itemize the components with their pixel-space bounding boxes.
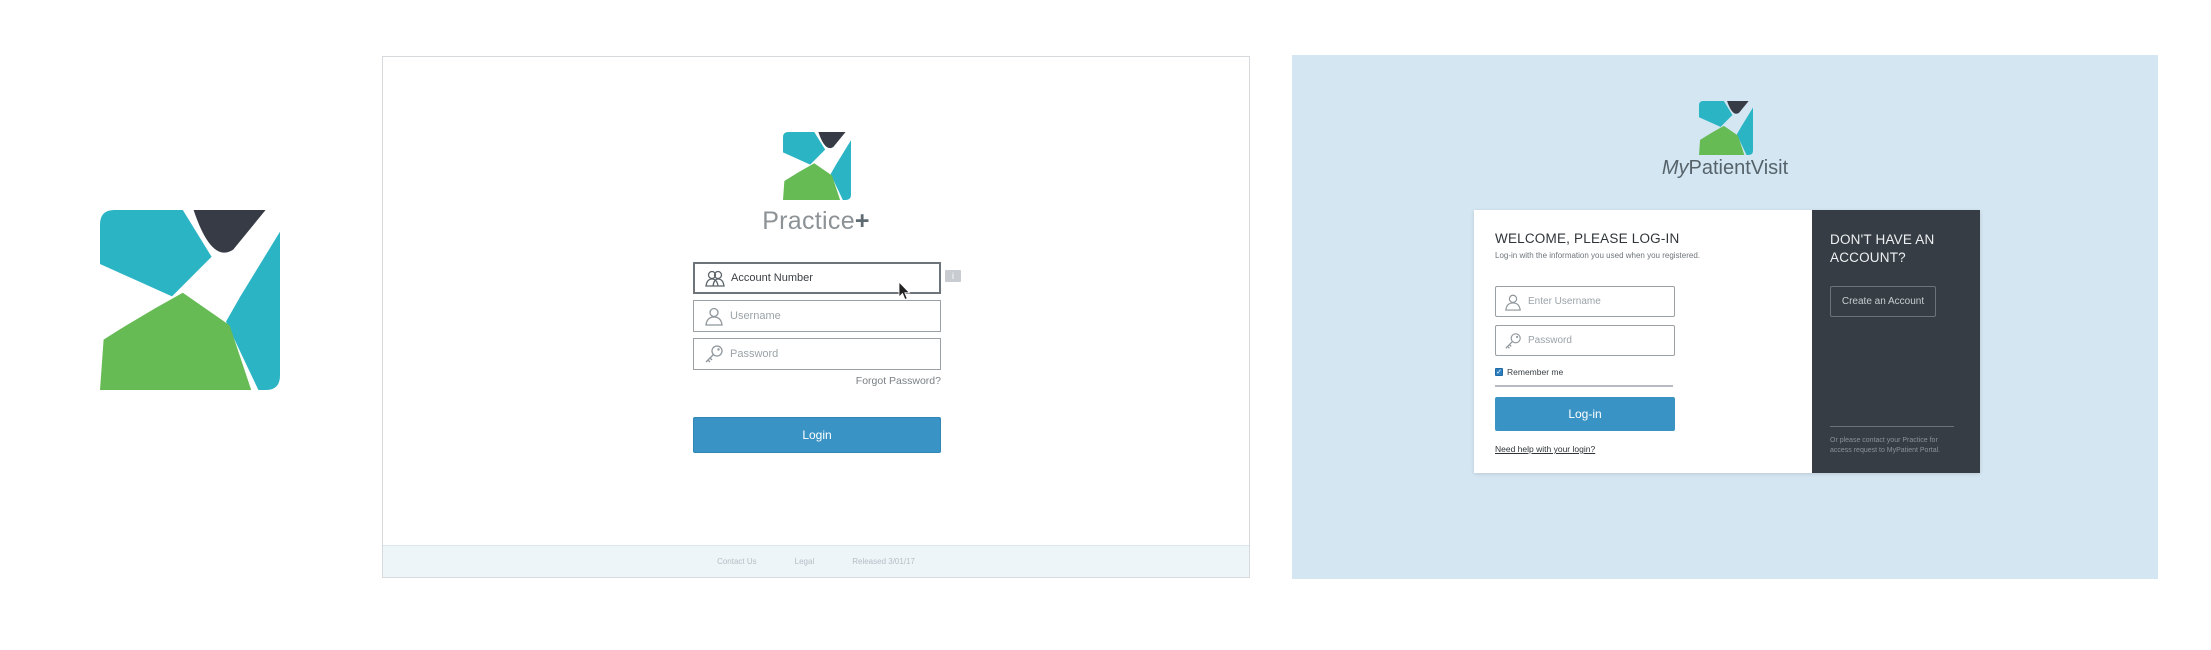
username-input[interactable]: Enter Username	[1495, 286, 1675, 317]
password-input[interactable]: Password	[1495, 325, 1675, 356]
screenshot-canvas: Practice+ Account Number i Username Pass…	[0, 0, 2211, 650]
no-account-heading: DON'T HAVE AN ACCOUNT?	[1830, 232, 1935, 265]
mypatientvisit-logo-icon	[1699, 101, 1753, 155]
people-icon	[705, 270, 725, 287]
login-help-link[interactable]: Need help with your login?	[1495, 444, 1595, 454]
create-account-button[interactable]: Create an Account	[1830, 286, 1936, 317]
practice-brand-name: Practice+	[762, 207, 870, 235]
login-form-section: WELCOME, PLEASE LOG-IN Log-in with the i…	[1474, 210, 1812, 473]
password-input[interactable]: Password	[693, 338, 941, 370]
login-button[interactable]: Log-in	[1495, 397, 1675, 431]
contact-practice-note: Or please contact your Practice for acce…	[1830, 437, 1941, 454]
practice-footer: Contact Us Legal Released 3/01/17	[383, 545, 1249, 577]
practice-logo-icon	[783, 132, 851, 200]
mypatientvisit-login-panel: MyPatientVisit WELCOME, PLEASE LOG-IN Lo…	[1292, 55, 2158, 579]
info-button[interactable]: i	[945, 270, 961, 282]
user-icon	[1505, 294, 1521, 311]
welcome-subtitle: Log-in with the information you used whe…	[1495, 251, 1701, 260]
remember-me-label: Remember me	[1507, 367, 1564, 377]
form-divider	[1495, 385, 1673, 387]
login-button[interactable]: Login	[693, 417, 941, 453]
mypatientvisit-brand-name: MyPatientVisit	[1661, 157, 1789, 179]
forgot-password-link[interactable]: Forgot Password?	[823, 375, 941, 387]
remember-me-row: ✓ Remember me	[1495, 367, 1563, 377]
contact-us-link[interactable]: Contact Us	[717, 557, 757, 566]
release-info: Released 3/01/17	[852, 557, 915, 566]
signup-section: DON'T HAVE AN ACCOUNT? Create an Account…	[1812, 210, 1980, 473]
welcome-heading: WELCOME, PLEASE LOG-IN	[1495, 231, 1680, 246]
practice-login-panel: Practice+ Account Number i Username Pass…	[382, 56, 1250, 578]
legal-link[interactable]: Legal	[795, 557, 815, 566]
key-icon	[1505, 332, 1521, 349]
signup-divider	[1830, 426, 1954, 427]
user-icon	[705, 307, 723, 326]
mouse-cursor-icon	[898, 281, 911, 301]
username-input[interactable]: Username	[693, 300, 941, 332]
remember-me-checkbox[interactable]: ✓	[1495, 368, 1503, 376]
login-card: WELCOME, PLEASE LOG-IN Log-in with the i…	[1474, 210, 1980, 473]
key-icon	[705, 345, 723, 363]
app-logo-large	[100, 210, 280, 390]
